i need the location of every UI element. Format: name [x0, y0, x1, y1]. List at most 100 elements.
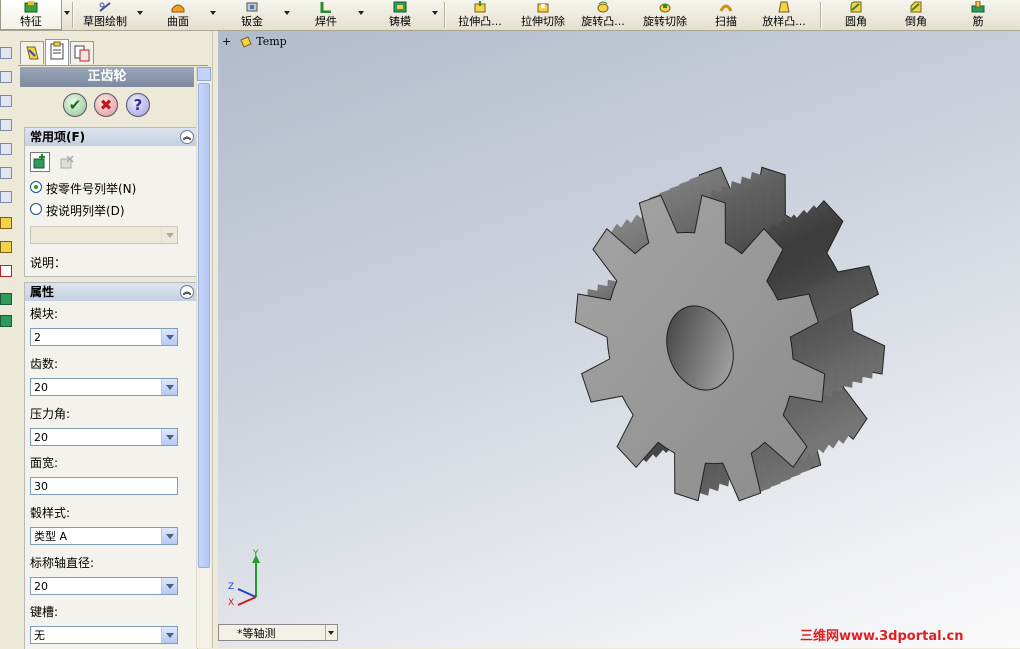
revolve-cut-button[interactable]: 旋转切除	[636, 0, 694, 30]
rib-icon	[971, 0, 985, 13]
view-orientation-icon[interactable]	[0, 47, 12, 59]
chevron-down-icon[interactable]	[137, 11, 143, 15]
weldment-icon	[319, 1, 333, 14]
favorites-group-header[interactable]: 常用项(F) ︽	[25, 128, 197, 146]
left-toolbar-strip	[0, 31, 14, 648]
chevron-down-icon[interactable]	[284, 11, 290, 15]
view-icon[interactable]	[0, 143, 12, 155]
toolbar-tab-sheet-metal[interactable]: 钣金	[224, 0, 280, 30]
loft-button[interactable]: 放样凸...	[754, 0, 814, 30]
chevron-down-icon[interactable]	[161, 329, 177, 345]
teeth-count-label: 齿数:	[30, 357, 59, 371]
spur-gear-model[interactable]	[538, 121, 898, 561]
toolbar-separator	[444, 2, 446, 28]
tab-configuration-manager[interactable]	[70, 41, 94, 64]
extrude-cut-icon	[536, 1, 550, 13]
add-favorite-button[interactable]	[30, 152, 50, 172]
rib-button[interactable]: 筋	[952, 0, 1004, 30]
axis-x-label: X	[228, 598, 234, 607]
shaft-diameter-select[interactable]: 20	[30, 577, 178, 595]
chevron-down-icon	[161, 227, 177, 243]
toolbar-tab-sketch[interactable]: 草图绘制	[76, 0, 134, 30]
chevron-down-icon[interactable]	[161, 578, 177, 594]
ok-button[interactable]: ✔	[63, 93, 87, 117]
panel-scrollbar[interactable]	[196, 67, 211, 648]
view-icon[interactable]	[0, 167, 12, 179]
add-favorite-icon	[33, 154, 45, 169]
fillet-button[interactable]: 圆角	[830, 0, 882, 30]
radio-description[interactable]	[30, 203, 42, 215]
help-button[interactable]: ?	[126, 93, 150, 117]
revolve-boss-icon	[596, 1, 610, 13]
tab-property-manager[interactable]	[45, 39, 69, 65]
properties-group-header[interactable]: 属性 ︽	[25, 283, 197, 301]
property-manager-icon	[50, 41, 64, 60]
view-icon[interactable]	[0, 191, 12, 203]
favorites-group: 常用项(F) ︽ 按零件号列举(N) 按说明列举(D) 说明：	[24, 127, 198, 277]
hub-style-label: 毂样式:	[30, 506, 71, 520]
extrude-boss-button[interactable]: 拉伸凸...	[450, 0, 510, 30]
chevron-down-icon[interactable]	[161, 379, 177, 395]
sketch-box-icon[interactable]	[0, 265, 12, 277]
toolbar-separator	[72, 2, 74, 28]
panel-title: 正齿轮	[20, 67, 194, 87]
axis-y-label: Y	[252, 549, 259, 559]
scrollbar-thumb[interactable]	[198, 83, 210, 568]
view-orientation-dropdown[interactable]: *等轴测	[218, 624, 338, 641]
scroll-up-button[interactable]	[197, 67, 211, 81]
collapse-icon[interactable]: ︽	[180, 285, 194, 299]
hub-style-select[interactable]: 类型 A	[30, 527, 178, 545]
tab-feature-manager[interactable]	[20, 41, 44, 64]
keyway-select[interactable]: 无	[30, 626, 178, 644]
chevron-down-icon[interactable]	[432, 11, 438, 15]
command-manager-toolbar: 特征 草图绘制 曲面 钣金 焊件 铸模 拉伸凸... 拉伸切除 旋转凸... 旋…	[0, 0, 1020, 31]
chamfer-button[interactable]: 倒角	[890, 0, 942, 30]
layer-icon[interactable]	[0, 293, 12, 305]
chevron-down-icon[interactable]	[64, 11, 70, 15]
toolbar-tab-features[interactable]: 特征	[0, 0, 62, 30]
revolve-boss-button[interactable]: 旋转凸...	[574, 0, 632, 30]
chevron-down-icon[interactable]	[161, 528, 177, 544]
module-select[interactable]: 2	[30, 328, 178, 346]
delete-favorite-icon	[60, 155, 74, 169]
teeth-count-select[interactable]: 20	[30, 378, 178, 396]
check-icon: ✔	[68, 96, 82, 114]
view-icon[interactable]	[0, 95, 12, 107]
axis-z-label: Z	[228, 582, 234, 592]
pressure-angle-select[interactable]: 20	[30, 428, 178, 446]
module-label: 模块:	[30, 307, 59, 321]
graphics-viewport[interactable]: + Temp Y Z X *等轴测 三维网www.3dportal.cn	[218, 31, 1020, 648]
chevron-down-icon[interactable]	[210, 11, 216, 15]
extrude-cut-button[interactable]: 拉伸切除	[514, 0, 572, 30]
radio-part-number-label: 按零件号列举(N)	[46, 182, 137, 196]
face-width-input[interactable]: 30	[30, 477, 178, 495]
view-icon[interactable]	[0, 71, 12, 83]
sweep-button[interactable]: 扫描	[700, 0, 752, 30]
layer-icon[interactable]	[0, 315, 12, 327]
fillet-icon	[849, 1, 863, 13]
toolbar-tab-surfaces[interactable]: 曲面	[150, 0, 206, 30]
toolbar-tab-weldments[interactable]: 焊件	[298, 0, 354, 30]
feature-tree-flyout[interactable]: + Temp	[222, 35, 287, 48]
cross-icon: ✖	[99, 96, 113, 114]
extrude-boss-icon	[473, 1, 487, 13]
view-icon[interactable]	[0, 119, 12, 131]
chevron-down-icon[interactable]	[358, 11, 364, 15]
collapse-icon[interactable]: ︽	[180, 130, 194, 144]
toolbar-tab-mold[interactable]: 铸模	[372, 0, 428, 30]
cancel-button[interactable]: ✖	[94, 93, 118, 117]
axis-triad: Y Z X	[226, 547, 272, 610]
delete-favorite-button[interactable]	[58, 154, 76, 172]
feature-icon	[24, 1, 38, 13]
pencil-icon[interactable]	[0, 217, 12, 229]
chevron-down-icon[interactable]	[325, 625, 337, 640]
expand-icon[interactable]: +	[222, 35, 231, 48]
chevron-down-icon[interactable]	[161, 429, 177, 445]
pencil-icon[interactable]	[0, 241, 12, 253]
description-label: 说明：	[30, 256, 67, 270]
chamfer-icon	[909, 1, 923, 13]
chevron-down-icon[interactable]	[161, 627, 177, 643]
feature-tree-icon	[26, 46, 39, 60]
properties-group: 属性 ︽ 模块: 2 齿数: 20 压力角: 20 面宽: 30 毂样式: 类型…	[24, 282, 198, 649]
radio-part-number[interactable]	[30, 181, 42, 193]
